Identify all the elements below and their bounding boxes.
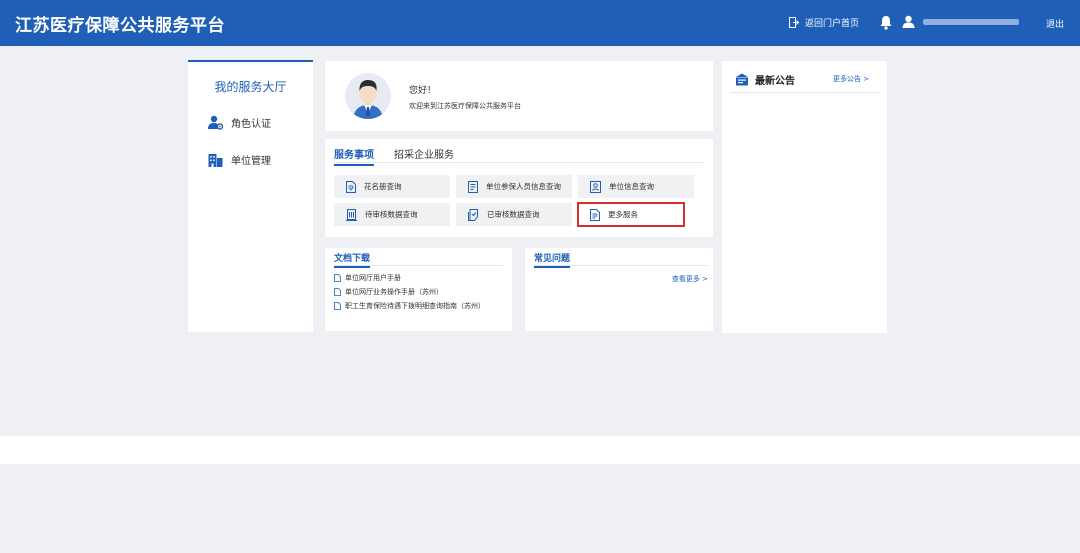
return-portal-label: 返回门户首页	[805, 19, 860, 29]
faq-divider	[534, 265, 708, 266]
tab-service-items[interactable]: 服务事项	[334, 146, 374, 166]
doc-link-maternity-guide[interactable]: 职工生育保险待遇下拨明细查询指南（苏州）	[334, 301, 485, 311]
service-unit-info-query[interactable]: 单位信息查询	[578, 175, 694, 198]
tab-procurement-services[interactable]: 招采企业服务	[394, 146, 454, 161]
return-portal-link[interactable]: 返回门户首页	[789, 16, 859, 29]
service-reviewed-data-query[interactable]: 已审核数据查询	[456, 203, 572, 226]
service-pending-review-query[interactable]: 待审核数据查询	[334, 203, 450, 226]
service-insured-staff-query[interactable]: 单位参保人员信息查询	[456, 175, 572, 198]
building-icon	[208, 153, 223, 167]
sidebar-item-label: 角色认证	[231, 119, 271, 130]
doc-label: 单位网厅用户手册	[345, 274, 401, 282]
building-columns-icon	[346, 208, 357, 221]
service-label: 已审核数据查询	[487, 210, 540, 219]
service-label: 待审核数据查询	[365, 210, 418, 219]
tab-divider	[334, 162, 704, 163]
bell-icon[interactable]	[880, 15, 892, 30]
user-settings-icon	[208, 115, 223, 130]
service-label: 更多服务	[608, 210, 638, 219]
announcements-more-link[interactable]: 更多公告 >	[833, 74, 869, 84]
username-masked	[923, 19, 1019, 25]
person-avatar-icon	[353, 80, 383, 119]
document-edit-icon	[346, 180, 356, 193]
service-more-services[interactable]: 更多服务	[577, 202, 685, 227]
exit-door-icon	[789, 17, 799, 28]
sidebar-title: 我的服务大厅	[214, 80, 287, 94]
document-download-card: 文档下载 单位网厅用户手册 单位网厅业务操作手册（苏州） 职工生育保险待遇下拨明…	[325, 248, 512, 331]
welcome-message: 欢迎来到江苏医疗保障公共服务平台	[409, 102, 521, 110]
faq-view-more-link[interactable]: 查看更多 >	[672, 274, 708, 284]
file-icon	[334, 288, 341, 296]
sidebar-item-unit-management[interactable]: 单位管理	[208, 152, 271, 167]
announcement-icon	[736, 73, 748, 86]
document-more-icon	[590, 208, 600, 221]
announcements-title: 最新公告	[755, 76, 795, 87]
service-label: 单位参保人员信息查询	[486, 182, 561, 191]
announcements-header: 最新公告	[735, 72, 795, 87]
sidebar-item-role-auth[interactable]: 角色认证	[208, 115, 271, 130]
service-hall-sidebar: 我的服务大厅 角色认证 单位管理	[188, 60, 313, 332]
top-header-bar: 江苏医疗保障公共服务平台 返回门户首页 退出	[0, 0, 1080, 46]
announcements-divider	[730, 92, 880, 93]
service-roster-query[interactable]: 花名册查询	[334, 175, 450, 198]
welcome-card: 您好！ 欢迎来到江苏医疗保障公共服务平台	[325, 61, 713, 131]
id-card-icon	[590, 180, 601, 193]
footer-band	[0, 436, 1080, 464]
document-check-icon	[468, 208, 478, 221]
doc-link-operations-manual[interactable]: 单位网厅业务操作手册（苏州）	[334, 287, 443, 297]
avatar	[345, 73, 391, 119]
logout-link[interactable]: 退出	[1046, 17, 1064, 30]
platform-title: 江苏医疗保障公共服务平台	[15, 16, 225, 36]
services-card: 服务事项 招采企业服务 花名册查询 单位参保人员信息查询 单位信息查询 待审核数…	[325, 139, 713, 237]
doc-label: 单位网厅业务操作手册（苏州）	[345, 288, 443, 296]
document-list-icon	[468, 180, 478, 193]
faq-card: 常见问题 查看更多 >	[525, 248, 713, 331]
greeting-text: 您好！	[409, 86, 437, 96]
service-label: 单位信息查询	[609, 182, 654, 191]
doc-link-user-manual[interactable]: 单位网厅用户手册	[334, 273, 401, 283]
service-label: 花名册查询	[364, 182, 402, 191]
file-icon	[334, 274, 341, 282]
user-icon[interactable]	[902, 15, 915, 28]
announcements-card: 最新公告 更多公告 >	[722, 61, 887, 333]
file-icon	[334, 302, 341, 310]
docs-divider	[334, 265, 503, 266]
sidebar-item-label: 单位管理	[231, 156, 271, 167]
doc-label: 职工生育保险待遇下拨明细查询指南（苏州）	[345, 302, 485, 310]
